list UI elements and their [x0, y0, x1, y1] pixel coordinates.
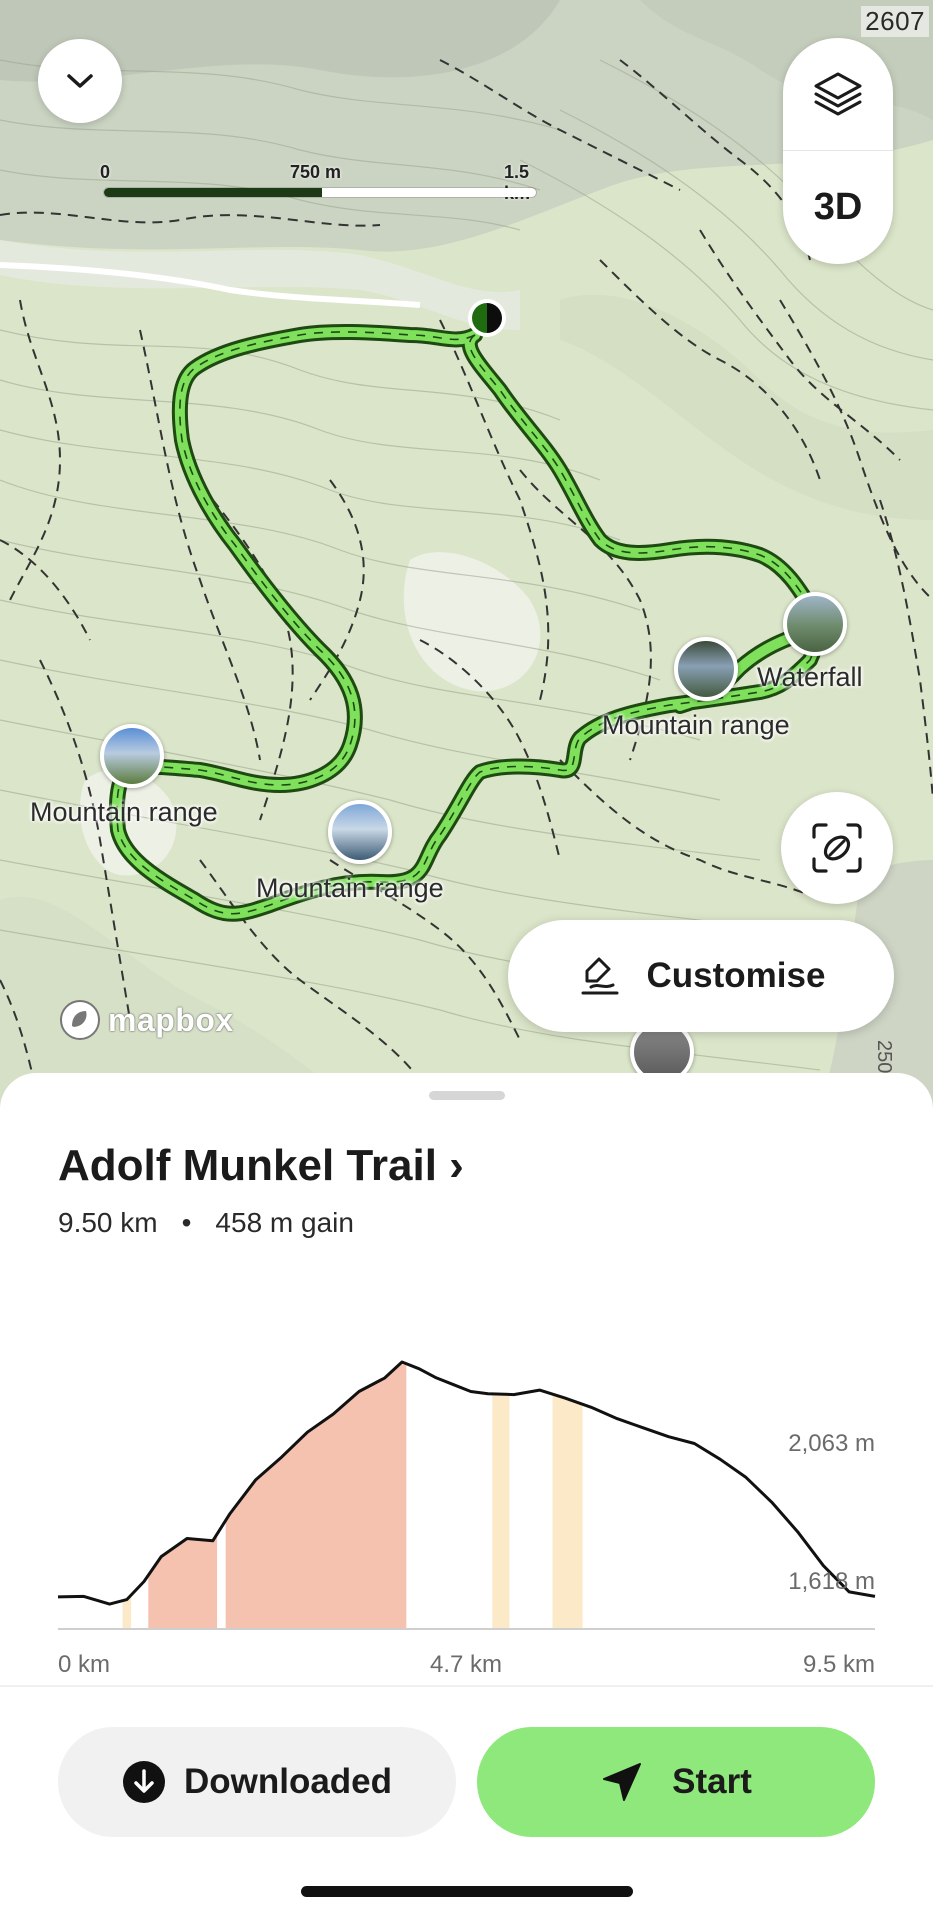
trail-distance: 9.50 km	[58, 1207, 158, 1238]
start-label: Start	[672, 1762, 752, 1801]
y-tick-label-low: 1,618 m	[788, 1568, 875, 1595]
collapse-button[interactable]	[38, 39, 122, 123]
poi-label-waterfall: Waterfall	[757, 662, 863, 692]
poi-marker-mountain-range-west[interactable]	[100, 724, 164, 788]
customise-label: Customise	[646, 956, 826, 995]
mapbox-logo-icon	[60, 1000, 100, 1040]
downloaded-label: Downloaded	[183, 1762, 393, 1801]
chevron-down-icon	[67, 74, 93, 88]
customise-button[interactable]: Customise	[508, 920, 894, 1032]
poi-marker-mountain-range-south[interactable]	[328, 800, 392, 864]
sheet-grabber[interactable]	[429, 1091, 505, 1100]
scale-label-mid: 750 m	[290, 162, 342, 182]
mapbox-wordmark: mapbox	[108, 1001, 234, 1038]
mapbox-attribution[interactable]: mapbox	[58, 998, 234, 1042]
x-tick-label-mid: 4.7 km	[430, 1651, 502, 1673]
layers-button[interactable]	[783, 38, 893, 151]
downloaded-button[interactable]: Downloaded	[58, 1727, 456, 1837]
recenter-icon	[812, 823, 862, 873]
start-button[interactable]: Start	[477, 1727, 875, 1837]
elevation-profile-chart[interactable]: 2,063 m 1,618 m 0 km 4.7 km 9.5 km	[0, 1313, 933, 1673]
steep-sections	[122, 1363, 583, 1629]
x-tick-label-end: 9.5 km	[803, 1651, 875, 1673]
layers-icon	[814, 72, 862, 116]
scale-label-end: 1.5 km	[504, 162, 530, 203]
trail-stats: 9.50 km • 458 m gain	[58, 1207, 354, 1239]
recenter-button[interactable]	[781, 792, 893, 904]
download-icon	[122, 1761, 165, 1803]
x-tick-label-start: 0 km	[58, 1651, 110, 1673]
scale-label-start: 0	[100, 162, 111, 182]
trail-details-sheet: Adolf Munkel Trail › 9.50 km • 458 m gain …	[0, 1073, 933, 1685]
map-controls-panel: 3D	[783, 38, 893, 264]
y-tick-label-high: 2,063 m	[788, 1430, 875, 1457]
navigation-arrow-icon	[603, 1763, 642, 1801]
elevation-label: 2607	[861, 6, 929, 37]
steep-section-3	[225, 1363, 407, 1629]
map-view[interactable]: 2607 2500 0 750 m 1.5 km 3D Waterfall Mo…	[0, 0, 933, 1110]
actions-divider	[0, 1685, 933, 1687]
steep-section-5	[552, 1394, 583, 1629]
poi-label-mountain-range-west: Mountain range	[30, 797, 218, 827]
map-scale-bar: 0 750 m 1.5 km	[100, 162, 536, 203]
scale-fill	[104, 188, 322, 197]
home-indicator	[301, 1886, 633, 1897]
poi-label-mountain-range-south: Mountain range	[256, 873, 444, 903]
trail-elevation-gain: 458 m gain	[215, 1207, 354, 1238]
poi-marker-mountain-range-east[interactable]	[674, 637, 738, 701]
poi-marker-waterfall[interactable]	[783, 592, 847, 656]
steep-section-2	[148, 1534, 218, 1629]
draw-icon	[581, 957, 619, 995]
stats-separator: •	[181, 1207, 192, 1238]
trail-title[interactable]: Adolf Munkel Trail ›	[58, 1141, 464, 1191]
steep-section-4	[492, 1393, 510, 1629]
poi-label-mountain-range-east: Mountain range	[602, 710, 790, 740]
3d-toggle-button[interactable]: 3D	[783, 151, 893, 263]
